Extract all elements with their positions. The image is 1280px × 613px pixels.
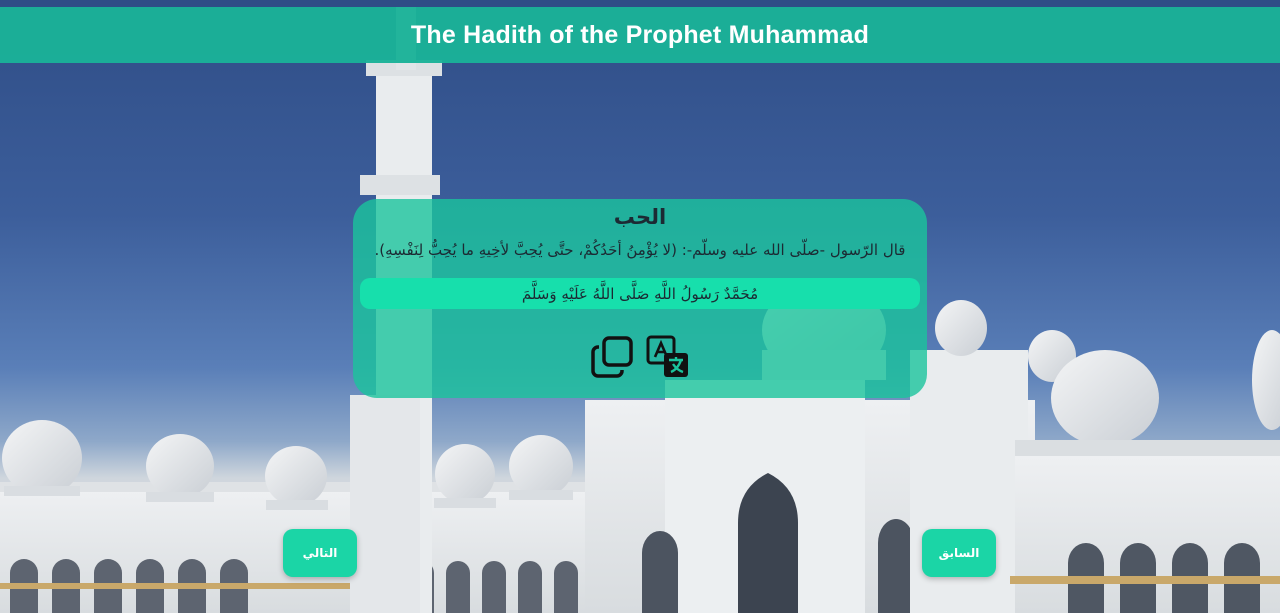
- next-button-label: التالي: [302, 546, 338, 560]
- header-bar: The Hadith of the Prophet Muhammad: [0, 7, 1280, 63]
- next-button[interactable]: التالي: [283, 529, 357, 577]
- translate-button[interactable]: [646, 335, 690, 379]
- copy-icon: [591, 336, 633, 378]
- salawat-text: مُحَمَّدٌ رَسُولُ اللَّهِ صَلَّى اللَّهُ…: [521, 284, 759, 303]
- card-actions: [353, 335, 927, 379]
- salawat-bar: مُحَمَّدٌ رَسُولُ اللَّهِ صَلَّى اللَّهُ…: [360, 278, 920, 309]
- page-title: The Hadith of the Prophet Muhammad: [410, 20, 870, 49]
- page: The Hadith of the Prophet Muhammad الحب …: [0, 0, 1280, 613]
- hadith-title: الحب: [613, 205, 667, 229]
- previous-button[interactable]: السابق: [922, 529, 996, 577]
- copy-button[interactable]: [590, 335, 634, 379]
- hadith-card: الحب قال الرّسول -صلّى الله عليه وسلّم-:…: [353, 199, 927, 398]
- top-strip: [0, 0, 1280, 7]
- translate-icon: [646, 335, 688, 377]
- previous-button-label: السابق: [938, 546, 980, 560]
- hadith-text: قال الرّسول -صلّى الله عليه وسلّم-: (لا …: [374, 241, 906, 259]
